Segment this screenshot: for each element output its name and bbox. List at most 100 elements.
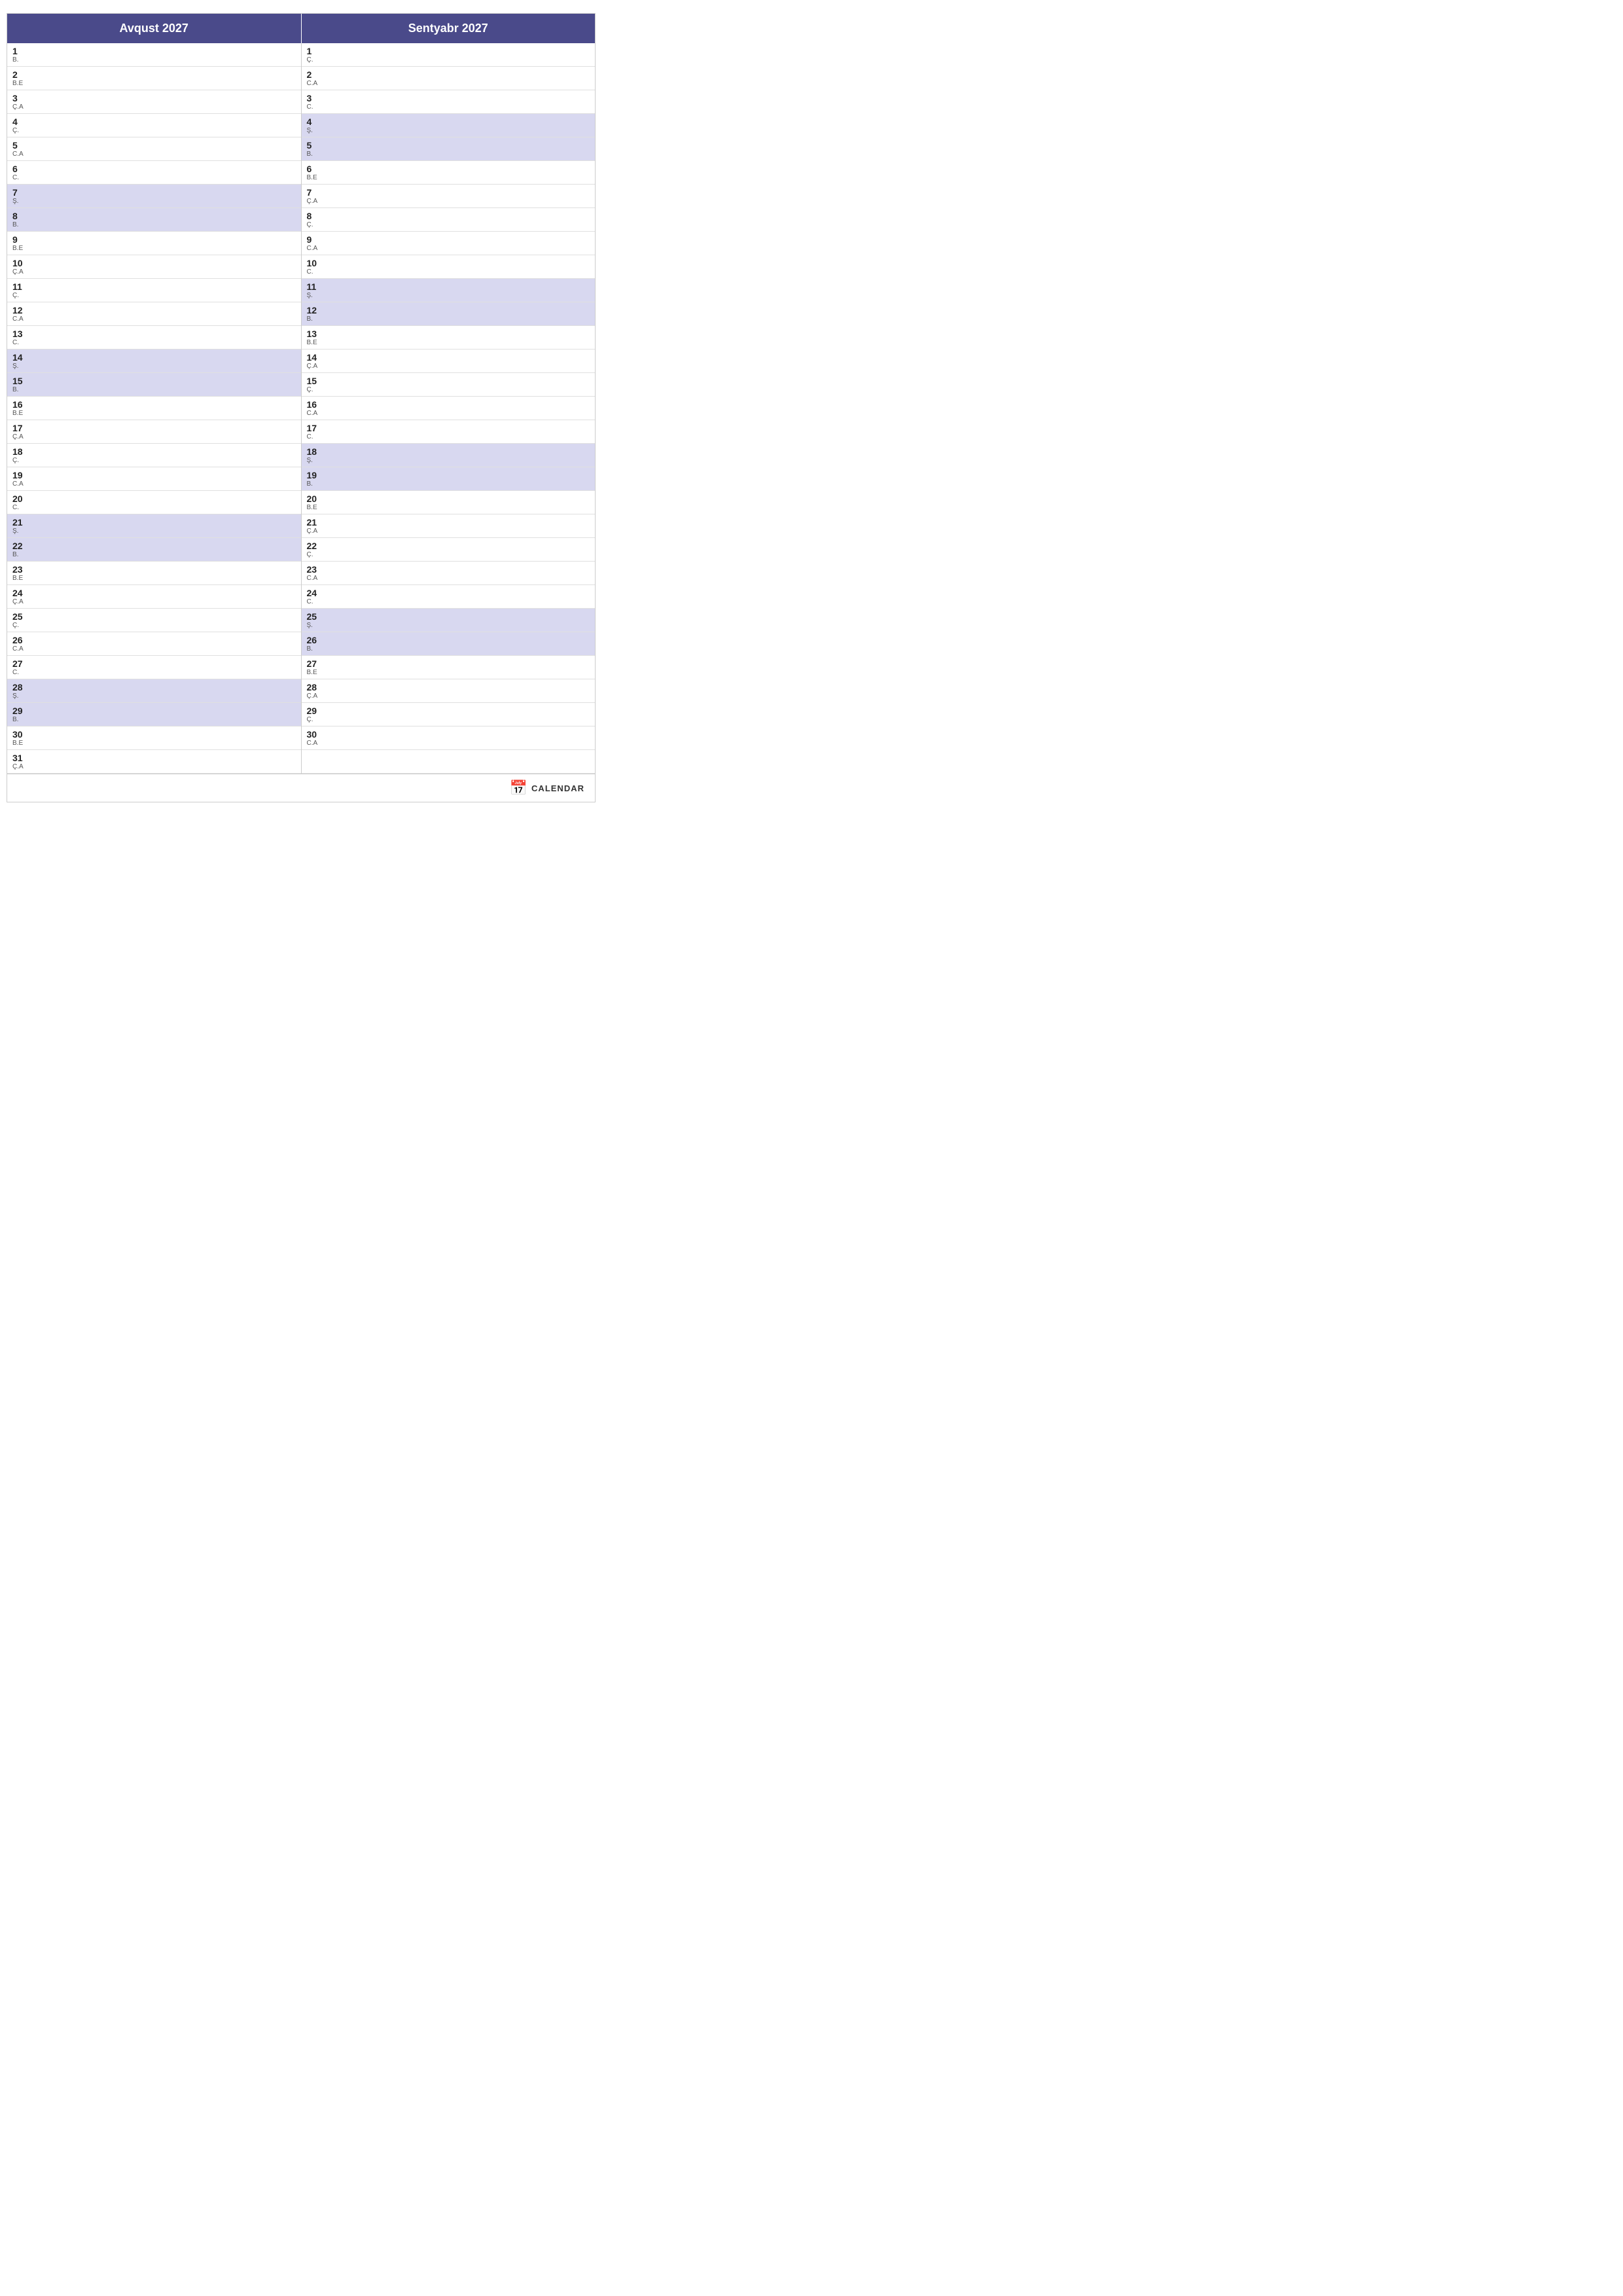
day-abbr: C.A [307,410,590,417]
day-abbr: Ç.A [12,598,296,605]
day-row: 12B. [302,302,596,326]
day-row [302,750,596,774]
day-row: 25Ç. [7,609,301,632]
day-abbr: B. [307,480,590,488]
day-row: 24C. [302,585,596,609]
day-abbr: Ç.A [307,363,590,370]
day-row: 30C.A [302,726,596,750]
day-abbr: C.A [307,575,590,582]
day-row: 2C.A [302,67,596,90]
day-row: 10Ç.A [7,255,301,279]
day-number: 1 [12,46,296,56]
day-abbr: Ş. [307,292,590,299]
day-number: 28 [307,682,590,692]
day-row: 16C.A [302,397,596,420]
day-row: 24Ç.A [7,585,301,609]
day-number: 15 [307,376,590,386]
day-row: 7Ş. [7,185,301,208]
day-row: 18Ş. [302,444,596,467]
day-abbr: Ç. [12,622,296,629]
day-row: 19B. [302,467,596,491]
month-header-0: Avqust 2027 [7,14,302,43]
day-abbr: Ş. [12,692,296,700]
day-row: 5C.A [7,137,301,161]
day-number: 13 [12,329,296,339]
day-abbr: B.E [307,174,590,181]
day-abbr: C. [12,339,296,346]
day-abbr: C.A [307,80,590,87]
footer: 📅 CALENDAR [7,774,595,802]
day-number: 29 [12,706,296,716]
day-abbr: Ç. [12,457,296,464]
day-number: 12 [307,305,590,315]
day-abbr: Ş. [12,528,296,535]
day-abbr: Ç.A [307,692,590,700]
day-row: 27B.E [302,656,596,679]
day-number: 31 [12,753,296,763]
day-abbr: B.E [12,740,296,747]
day-row: 4Ş. [302,114,596,137]
day-number: 6 [307,164,590,174]
day-number: 9 [307,234,590,245]
day-number: 18 [307,446,590,457]
day-abbr: Ç. [307,551,590,558]
day-row: 30B.E [7,726,301,750]
day-number: 2 [307,69,590,80]
day-number: 25 [12,611,296,622]
day-abbr: B.E [12,410,296,417]
day-number: 14 [307,352,590,363]
day-number: 16 [12,399,296,410]
day-row: 25Ş. [302,609,596,632]
day-abbr: Ç.A [12,433,296,440]
day-abbr: B.E [12,575,296,582]
day-row: 20C. [7,491,301,514]
day-number: 18 [12,446,296,457]
day-abbr: B.E [12,245,296,252]
day-row: 2B.E [7,67,301,90]
day-number: 1 [307,46,590,56]
day-abbr: C.A [12,480,296,488]
day-row: 26C.A [7,632,301,656]
footer-label: CALENDAR [531,783,584,793]
day-row: 23C.A [302,562,596,585]
day-number: 11 [12,281,296,292]
day-abbr: Ç.A [12,103,296,111]
day-number: 27 [12,658,296,669]
day-row: 23B.E [7,562,301,585]
day-row: 20B.E [302,491,596,514]
day-number: 22 [12,541,296,551]
day-number: 8 [307,211,590,221]
day-number: 8 [12,211,296,221]
day-abbr: C. [12,504,296,511]
day-row: 8Ç. [302,208,596,232]
day-row: 31Ç.A [7,750,301,774]
month-header-1: Sentyabr 2027 [302,14,596,43]
day-row: 29Ç. [302,703,596,726]
day-abbr: B. [12,221,296,228]
day-row: 3C. [302,90,596,114]
day-row: 13B.E [302,326,596,350]
day-row: 22Ç. [302,538,596,562]
day-number: 9 [12,234,296,245]
day-abbr: C.A [12,315,296,323]
day-row: 17C. [302,420,596,444]
calendar-icon: 📅 [510,780,527,797]
day-abbr: B. [12,716,296,723]
day-row: 1B. [7,43,301,67]
day-abbr: B.E [12,80,296,87]
day-abbr: Ç. [12,127,296,134]
day-row: 9C.A [302,232,596,255]
day-abbr: B. [12,56,296,63]
day-abbr: B. [307,315,590,323]
month-col-1: 1Ç.2C.A3C.4Ş.5B.6B.E7Ç.A8Ç.9C.A10C.11Ş.1… [302,43,596,774]
day-number: 25 [307,611,590,622]
day-row: 15Ç. [302,373,596,397]
day-number: 10 [12,258,296,268]
day-row: 5B. [302,137,596,161]
day-number: 21 [12,517,296,528]
day-number: 24 [12,588,296,598]
day-abbr: B.E [307,504,590,511]
day-row: 9B.E [7,232,301,255]
day-row: 1Ç. [302,43,596,67]
day-number: 22 [307,541,590,551]
